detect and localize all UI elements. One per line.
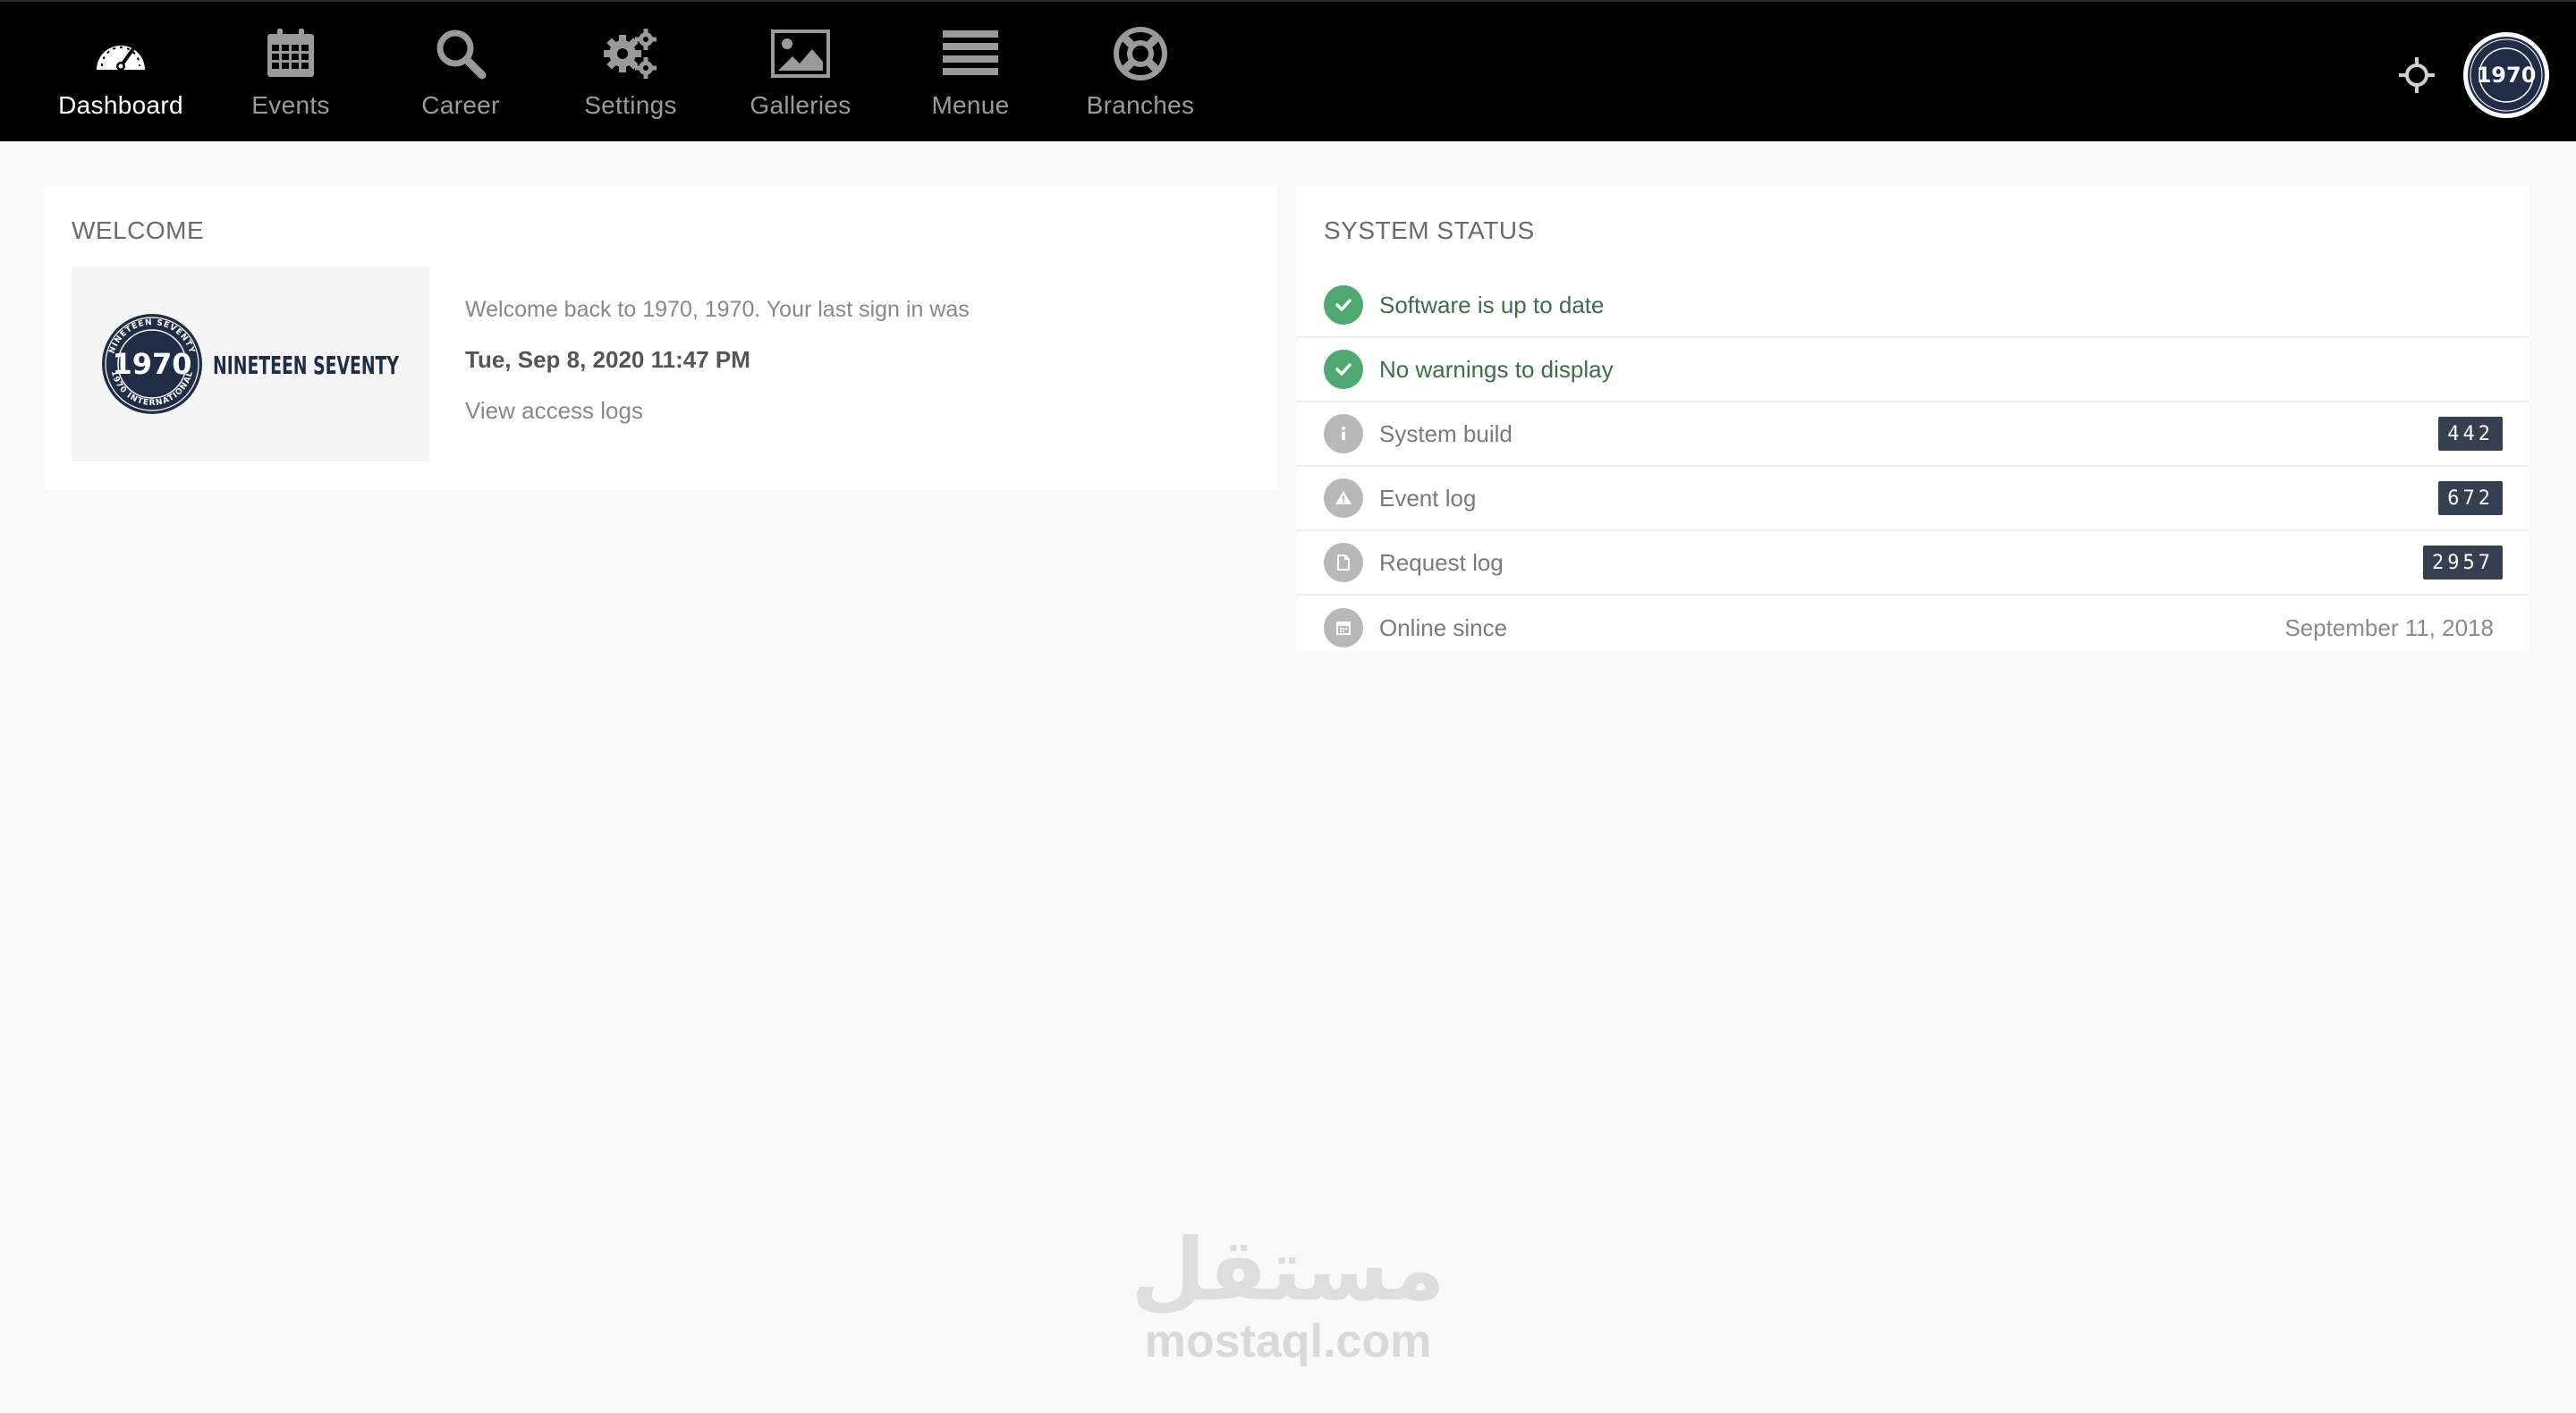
system-status-panel: SYSTEM STATUS Software is up to date No … — [1297, 186, 2529, 651]
brand-logo: NINETEEN SEVENTY 1970 INTERNATIONAL 1970… — [72, 267, 429, 461]
calendar-small-icon — [1324, 608, 1363, 647]
online-since-value: September 11, 2018 — [2284, 613, 2494, 641]
main-nav: Dashboard Events Career Settings Galleri… — [0, 2, 1225, 143]
user-avatar[interactable]: 1970 — [2463, 32, 2549, 118]
status-row-event-log[interactable]: Event log 672 — [1297, 467, 2529, 531]
nav-item-settings[interactable]: Settings — [546, 2, 716, 141]
gears-icon — [598, 25, 663, 82]
check-icon — [1324, 285, 1363, 325]
search-icon — [428, 25, 493, 82]
nav-item-galleries[interactable]: Galleries — [716, 2, 886, 141]
nav-item-career[interactable]: Career — [376, 2, 546, 141]
lifebuoy-icon — [1108, 25, 1173, 82]
check-icon — [1324, 350, 1363, 389]
logo-wordmark: NINETEEN SEVENTY — [213, 351, 399, 380]
status-row-software: Software is up to date — [1297, 274, 2529, 338]
nav-label: Galleries — [750, 91, 852, 119]
status-row-request-log[interactable]: Request log 2957 — [1297, 531, 2529, 596]
nav-label: Dashboard — [58, 91, 183, 119]
image-icon — [768, 25, 833, 82]
status-label: System build — [1379, 419, 1513, 447]
nav-item-dashboard[interactable]: Dashboard — [36, 2, 206, 141]
status-label: Event log — [1379, 484, 1477, 512]
calendar-icon — [258, 25, 323, 82]
status-label: Online since — [1379, 613, 1508, 641]
watermark: مستقل mostaql.com — [1109, 1225, 1467, 1368]
nav-label: Menue — [931, 91, 1010, 119]
welcome-text-block: Welcome back to 1970, 1970. Your last si… — [465, 297, 970, 425]
nav-item-branches[interactable]: Branches — [1055, 2, 1225, 141]
crosshair-icon[interactable] — [2397, 55, 2436, 95]
status-label: No warnings to display — [1379, 355, 1614, 383]
request-log-badge: 2957 — [2423, 546, 2503, 580]
speedometer-icon — [89, 25, 153, 82]
view-access-logs-link[interactable]: View access logs — [465, 397, 643, 425]
system-status-title: SYSTEM STATUS — [1324, 216, 1535, 244]
status-label: Software is up to date — [1379, 291, 1605, 318]
status-row-system-build: System build 442 — [1297, 402, 2529, 467]
nav-label: Settings — [584, 91, 677, 119]
nav-label: Events — [251, 91, 330, 119]
info-icon — [1324, 414, 1363, 453]
nav-label: Branches — [1086, 91, 1195, 119]
last-sign-in-date: Tue, Sep 8, 2020 11:47 PM — [465, 346, 750, 373]
menu-lines-icon — [938, 25, 1003, 82]
nav-item-events[interactable]: Events — [206, 2, 376, 141]
welcome-title: WELCOME — [72, 216, 205, 244]
status-label: Request log — [1379, 548, 1504, 576]
welcome-panel: WELCOME NINETEEN SEVENTY 1970 INTERNATIO… — [45, 186, 1277, 490]
watermark-latin: mostaql.com — [1144, 1316, 1432, 1367]
watermark-arabic: مستقل — [1131, 1220, 1445, 1320]
status-row-online-since: Online since September 11, 2018 — [1297, 596, 2529, 660]
event-log-badge: 672 — [2438, 481, 2503, 515]
welcome-message: Welcome back to 1970, 1970. Your last si… — [465, 297, 970, 322]
top-navigation-bar: Dashboard Events Career Settings Galleri… — [0, 0, 2576, 141]
avatar-text: 1970 — [2477, 63, 2537, 88]
nav-item-menue[interactable]: Menue — [886, 2, 1055, 141]
status-list: Software is up to date No warnings to di… — [1297, 274, 2529, 660]
logo-number: 1970 — [112, 347, 191, 381]
nav-label: Career — [421, 91, 500, 119]
system-build-badge: 442 — [2438, 417, 2503, 451]
warning-icon — [1324, 478, 1363, 518]
status-row-warnings: No warnings to display — [1297, 338, 2529, 402]
document-icon — [1324, 543, 1363, 582]
